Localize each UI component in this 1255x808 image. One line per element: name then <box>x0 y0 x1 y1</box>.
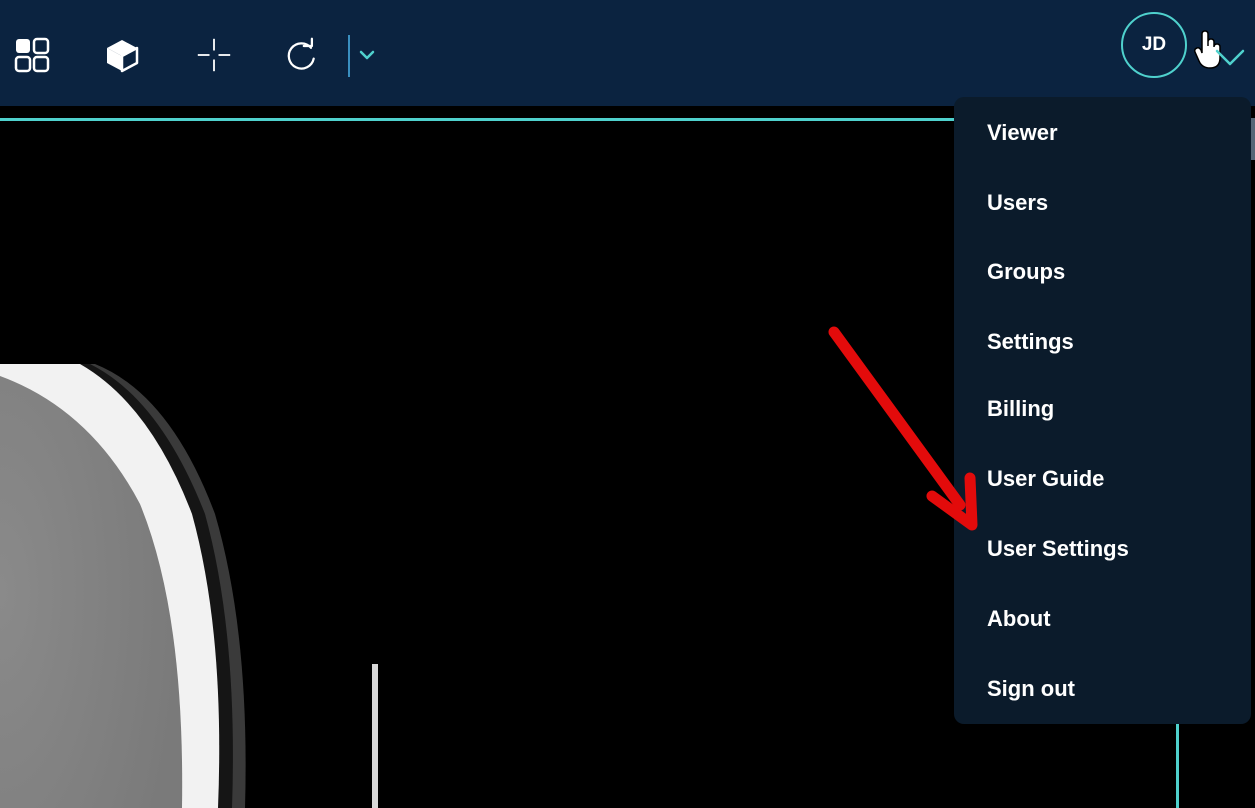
user-initials: JD <box>1141 34 1167 55</box>
chevron-down-icon[interactable] <box>354 37 380 73</box>
probe-line <box>372 664 378 808</box>
menu-item-billing[interactable]: Billing <box>987 389 1237 429</box>
menu-item-sign-out[interactable]: Sign out <box>987 669 1237 709</box>
rotate-icon[interactable] <box>284 37 320 73</box>
viewport-active-border <box>0 118 960 121</box>
menu-item-viewer[interactable]: Viewer <box>987 113 1237 153</box>
user-dropdown-menu: Viewer Users Groups Settings Billing Use… <box>954 97 1251 724</box>
ct-scan-image[interactable] <box>0 364 400 808</box>
menu-item-user-settings[interactable]: User Settings <box>987 529 1237 569</box>
menu-item-groups[interactable]: Groups <box>987 252 1237 292</box>
user-avatar[interactable]: JD <box>1121 12 1187 78</box>
account-chevron-down-icon[interactable] <box>1212 39 1248 75</box>
crosshair-icon[interactable] <box>196 37 232 73</box>
layout-grid-icon[interactable] <box>14 37 50 73</box>
top-toolbar: JD <box>0 0 1255 106</box>
menu-item-user-guide[interactable]: User Guide <box>987 459 1237 499</box>
cube-icon[interactable] <box>104 37 140 73</box>
menu-item-users[interactable]: Users <box>987 183 1237 223</box>
toolbar-divider <box>348 35 350 77</box>
red-annotation-arrow <box>828 326 978 531</box>
menu-item-settings[interactable]: Settings <box>987 322 1237 362</box>
viewport-divider <box>1176 722 1179 808</box>
menu-item-about[interactable]: About <box>987 599 1237 639</box>
